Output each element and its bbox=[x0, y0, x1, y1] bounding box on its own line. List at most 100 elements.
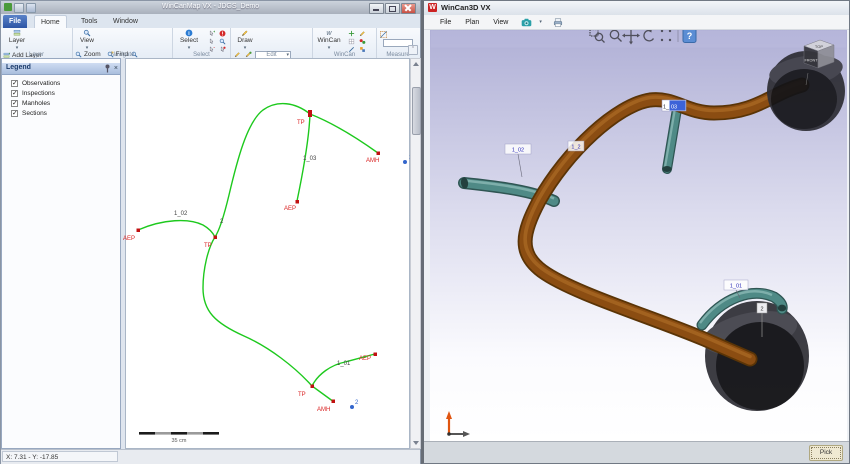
legend-item-observations[interactable]: Observations bbox=[11, 80, 60, 87]
wincan-grid-button[interactable] bbox=[347, 38, 356, 46]
close-button[interactable] bbox=[401, 3, 416, 14]
tab-window[interactable]: Window bbox=[107, 15, 144, 28]
map-sections[interactable] bbox=[138, 104, 378, 402]
checkbox-checked-icon[interactable] bbox=[11, 80, 18, 87]
section-line-2[interactable] bbox=[203, 104, 334, 402]
scroll-up-icon[interactable] bbox=[413, 62, 419, 66]
legend-item-label: Inspections bbox=[22, 90, 55, 97]
pipe-label-1-03-prefix: 1_ bbox=[663, 105, 670, 111]
node-point-aep-right[interactable] bbox=[296, 200, 300, 204]
measure-area-button[interactable] bbox=[379, 30, 388, 38]
status-dots-icon bbox=[359, 38, 366, 45]
node-point-amh-top[interactable] bbox=[377, 152, 381, 156]
dropdown-icon bbox=[86, 44, 89, 51]
tab-home[interactable]: Home bbox=[34, 15, 67, 29]
viewport-3d[interactable]: ? bbox=[430, 30, 847, 441]
node-point-tp-bottom[interactable] bbox=[311, 385, 315, 389]
node-label: TP bbox=[297, 120, 305, 126]
tab-file[interactable]: File bbox=[3, 15, 27, 28]
help-button[interactable]: ? bbox=[683, 30, 696, 43]
node-label: TP bbox=[298, 392, 306, 398]
menu-file[interactable]: File bbox=[434, 17, 457, 28]
node-point-aep-bottom[interactable] bbox=[374, 353, 378, 357]
legend-item-inspections[interactable]: Inspections bbox=[11, 90, 55, 97]
select-cursor-button[interactable] bbox=[207, 38, 216, 46]
cursor-plus-icon: + bbox=[208, 30, 215, 37]
scale-label: 35 cm bbox=[172, 438, 187, 444]
map-markers[interactable]: 1 2 bbox=[350, 155, 410, 409]
dropdown-icon bbox=[188, 44, 191, 51]
wincan-logo-icon: W bbox=[428, 3, 437, 12]
pipe-label-1-03-selected: 03 bbox=[671, 105, 677, 111]
tab-tools[interactable]: Tools bbox=[75, 15, 103, 28]
maximize-button[interactable] bbox=[385, 3, 400, 14]
node-point-amh-bottom[interactable] bbox=[332, 400, 336, 404]
ribbon-group-edit: Draw × + ∠ ⊥ C| bbox=[231, 28, 313, 58]
scroll-down-icon[interactable] bbox=[413, 441, 419, 445]
menu-bar: File Plan View bbox=[424, 15, 849, 30]
svg-text:+: + bbox=[214, 30, 216, 34]
svg-text:−: − bbox=[214, 46, 216, 50]
select-button[interactable]: Select bbox=[175, 29, 203, 50]
select-zoom-button[interactable] bbox=[218, 38, 227, 46]
legend-item-sections[interactable]: Sections bbox=[11, 110, 47, 117]
node-point-aep-left[interactable] bbox=[137, 229, 141, 233]
wincan-button[interactable]: WinCan bbox=[315, 29, 343, 50]
map-nodes[interactable] bbox=[137, 110, 381, 403]
pencil-icon bbox=[359, 30, 366, 37]
checkbox-checked-icon[interactable] bbox=[11, 110, 18, 117]
ribbon-group-layer: Layer + Add Layer − Remove Layer Layer bbox=[1, 28, 73, 58]
pin-icon[interactable] bbox=[104, 64, 111, 73]
exclamation-icon bbox=[219, 30, 226, 37]
draw-button-label: Draw bbox=[237, 37, 252, 44]
snapshot-dropdown[interactable] bbox=[539, 21, 542, 24]
menu-plan[interactable]: Plan bbox=[459, 17, 485, 28]
checkbox-checked-icon[interactable] bbox=[11, 90, 18, 97]
node-point-tp-top[interactable] bbox=[308, 110, 312, 117]
section-line-1-02[interactable] bbox=[138, 221, 215, 237]
close-icon[interactable]: × bbox=[114, 64, 118, 73]
select-add-button[interactable]: + bbox=[207, 30, 216, 38]
dropdown-icon bbox=[244, 44, 247, 51]
dropdown-icon bbox=[328, 44, 331, 51]
checkbox-checked-icon[interactable] bbox=[11, 100, 18, 107]
legend-header[interactable]: Legend × bbox=[2, 63, 120, 75]
view-button[interactable]: View bbox=[75, 29, 99, 50]
draw-button[interactable]: Draw bbox=[233, 29, 257, 50]
select-warning-button[interactable] bbox=[218, 30, 227, 38]
snapshot-button[interactable] bbox=[520, 17, 533, 28]
map-canvas[interactable]: 35 cm TP AMH AEP AEP TP TP AMH bbox=[122, 58, 410, 450]
node-point-tp-mid[interactable] bbox=[214, 236, 218, 240]
bottom-bar: Pick bbox=[424, 441, 849, 463]
wincan-add-button[interactable] bbox=[347, 30, 356, 38]
scrollbar-thumb[interactable] bbox=[412, 87, 421, 135]
section-label: 2 bbox=[220, 219, 224, 225]
wincan3d-titlebar[interactable]: W WinCan3D VX bbox=[424, 1, 849, 16]
window-title: WinCan3D VX bbox=[441, 3, 491, 12]
manhole-2-label: 2 bbox=[760, 307, 763, 313]
print-button[interactable] bbox=[552, 17, 564, 28]
pick-button[interactable]: Pick bbox=[809, 445, 843, 461]
menu-view[interactable]: View bbox=[487, 17, 514, 28]
minimize-button[interactable] bbox=[369, 3, 384, 14]
viewport-toolbar: ? bbox=[431, 30, 846, 48]
section-line-amh[interactable] bbox=[310, 114, 378, 153]
window-title: WinCanMap VX - JDGS_Demo bbox=[1, 3, 420, 10]
ribbon: Layer + Add Layer − Remove Layer Layer bbox=[1, 28, 420, 59]
marker-point-1[interactable] bbox=[403, 160, 407, 164]
legend-title: Legend bbox=[6, 64, 31, 71]
wincanmap-titlebar[interactable]: WinCanMap VX - JDGS_Demo bbox=[1, 1, 420, 14]
pipe-label-1-01: 1_01 bbox=[730, 284, 742, 290]
ribbon-collapse-chevron[interactable]: ⌃ bbox=[408, 45, 418, 55]
map-node-labels: TP AMH AEP AEP TP TP AMH AEP bbox=[123, 120, 379, 413]
vertical-scrollbar[interactable] bbox=[410, 58, 421, 449]
pipe-label-1-2: 1_2 bbox=[571, 145, 580, 151]
layer-button[interactable]: Layer bbox=[3, 29, 31, 50]
wincan-edit-button[interactable] bbox=[358, 30, 367, 38]
marker-point-2[interactable] bbox=[350, 405, 354, 409]
view-icon bbox=[83, 29, 91, 37]
legend-item-manholes[interactable]: Manholes bbox=[11, 100, 50, 107]
wincan-status-button[interactable] bbox=[358, 38, 367, 46]
scale-bar: 35 cm bbox=[139, 432, 219, 444]
node-label: AEP bbox=[123, 236, 135, 242]
